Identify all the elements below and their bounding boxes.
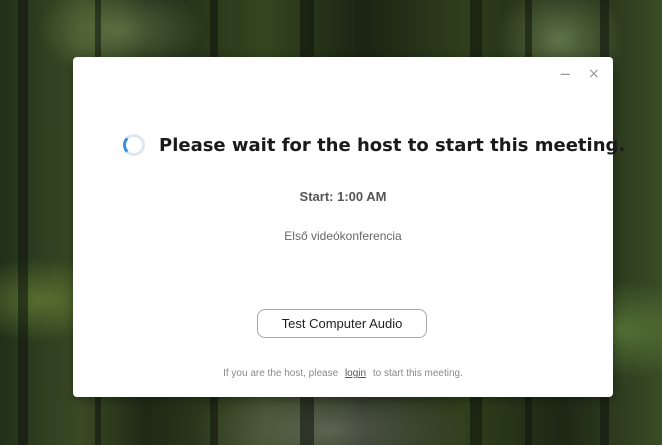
background-tree bbox=[18, 0, 28, 445]
meeting-topic: Első videókonferencia bbox=[284, 229, 402, 243]
minimize-button[interactable]: − bbox=[559, 65, 572, 83]
test-computer-audio-button[interactable]: Test Computer Audio bbox=[257, 309, 427, 338]
host-login-hint: If you are the host, please login to sta… bbox=[73, 368, 613, 379]
status-title: Please wait for the host to start this m… bbox=[159, 134, 626, 156]
close-button[interactable]: × bbox=[588, 65, 600, 83]
start-time: Start: 1:00 AM bbox=[299, 189, 387, 204]
waiting-room-dialog: − × Please wait for the host to start th… bbox=[73, 57, 625, 397]
host-hint-suffix: to start this meeting. bbox=[372, 368, 463, 379]
status-row: Please wait for the host to start this m… bbox=[123, 134, 625, 156]
host-hint-prefix: If you are the host, please bbox=[223, 368, 339, 379]
login-link[interactable]: login bbox=[345, 368, 366, 379]
loading-spinner-icon bbox=[123, 134, 145, 156]
